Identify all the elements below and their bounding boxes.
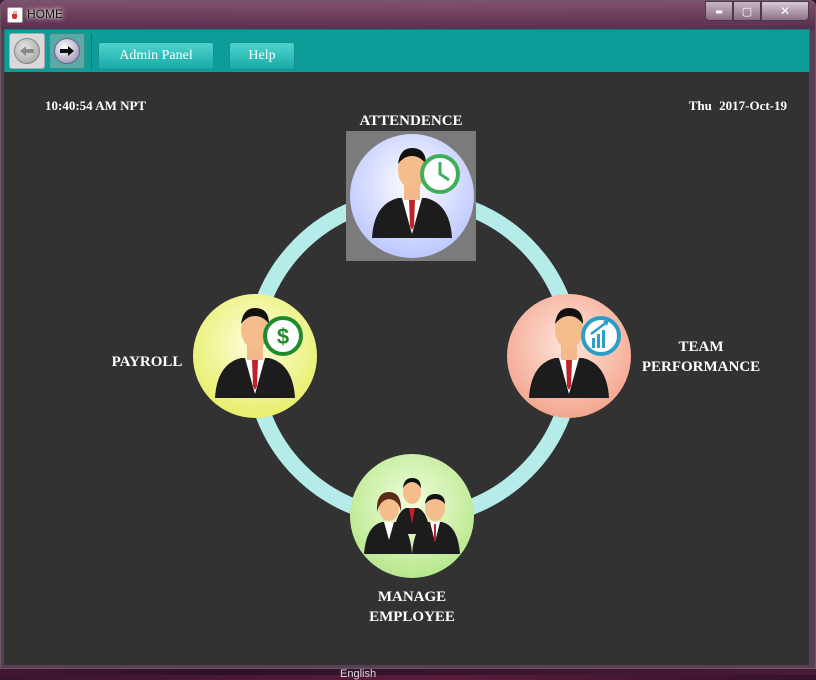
- team-performance-module[interactable]: [507, 294, 631, 418]
- app-window: HOME ▬ ▢ ✕ Admin Panel Help 10:40:54 AM …: [0, 0, 816, 669]
- maximize-icon: ▢: [741, 4, 753, 18]
- close-icon: ✕: [779, 4, 791, 18]
- attendance-icon: [350, 134, 474, 258]
- admin-panel-button[interactable]: Admin Panel: [98, 42, 214, 70]
- back-arrow-icon: [14, 38, 40, 64]
- forward-button[interactable]: [49, 33, 85, 69]
- window-title: HOME: [27, 7, 63, 21]
- toolbar: Admin Panel Help: [4, 29, 810, 73]
- manage-employee-label-line1: MANAGE: [377, 589, 447, 605]
- manage-employee-module[interactable]: [350, 454, 474, 578]
- team-performance-icon: [507, 294, 631, 418]
- java-cup-icon: [7, 7, 23, 23]
- window-controls: ▬ ▢ ✕: [705, 1, 809, 21]
- minimize-button[interactable]: ▬: [705, 1, 733, 21]
- title-bar: HOME ▬ ▢ ✕: [1, 1, 815, 29]
- manage-employee-icon: [350, 454, 474, 578]
- maximize-button[interactable]: ▢: [733, 1, 761, 21]
- help-button[interactable]: Help: [229, 42, 295, 70]
- forward-arrow-icon: [54, 38, 80, 64]
- manage-employee-label: MANAGE EMPLOYEE: [350, 587, 474, 627]
- team-performance-label: TEAM PERFORMANCE: [636, 337, 766, 377]
- main-content: 10:40:54 AM NPT Thu 2017-Oct-19 ATTENDEN…: [4, 72, 809, 665]
- attendance-label: ATTENDENCE: [359, 113, 463, 129]
- close-button[interactable]: ✕: [761, 1, 809, 21]
- manage-employee-label-line2: EMPLOYEE: [369, 609, 455, 625]
- minimize-icon: ▬: [715, 6, 723, 16]
- svg-text:$: $: [277, 324, 289, 349]
- toolbar-separator: [91, 34, 92, 68]
- payroll-icon: $: [193, 294, 317, 418]
- team-performance-label-line1: TEAM: [678, 339, 724, 355]
- attendance-module[interactable]: [350, 134, 474, 258]
- taskbar-language: English: [340, 668, 377, 680]
- team-performance-label-line2: PERFORMANCE: [641, 359, 761, 375]
- back-button[interactable]: [9, 33, 45, 69]
- payroll-label: PAYROLL: [111, 354, 183, 370]
- payroll-module[interactable]: $: [193, 294, 317, 418]
